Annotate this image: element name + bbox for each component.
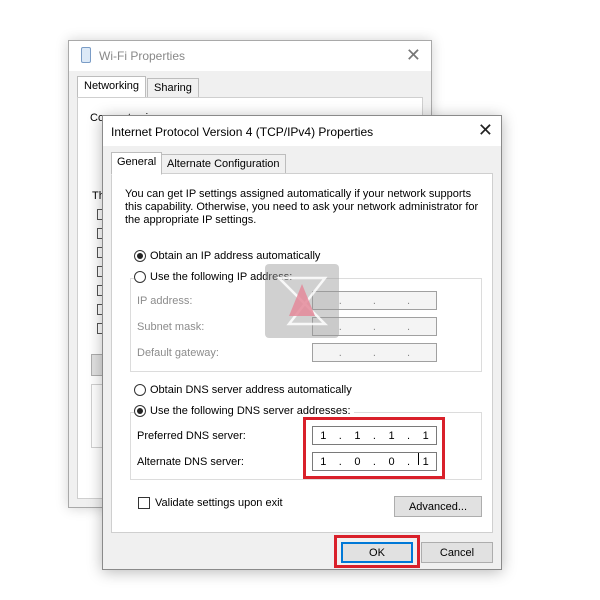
watermark-logo [265,264,339,338]
ip-settings-description: You can get IP settings assigned automat… [125,188,479,226]
dns-manual-radio[interactable] [134,405,146,417]
validate-settings-label: Validate settings upon exit [155,497,283,509]
preferred-dns-label: Preferred DNS server: [137,430,246,442]
tab-alternate-configuration[interactable]: Alternate Configuration [161,154,286,174]
ip-manual-radio[interactable] [134,271,146,283]
text-caret [418,453,419,465]
ip-auto-radio[interactable] [134,250,146,262]
watermark-logo-icon [275,276,329,326]
default-gateway-field[interactable]: ... [312,343,437,362]
validate-settings-checkbox[interactable] [138,497,150,509]
dns-manual-radio-row[interactable]: Use the following DNS server addresses: [134,405,354,417]
alternate-dns-label: Alternate DNS server: [137,456,244,468]
dns-manual-label: Use the following DNS server addresses: [150,405,351,417]
ok-button-highlight [334,535,420,568]
validate-settings-row[interactable]: Validate settings upon exit [138,497,283,509]
close-icon[interactable]: ✕ [478,120,493,141]
ip-auto-label: Obtain an IP address automatically [150,250,321,262]
dns-fields-highlight [303,417,445,479]
network-adapter-icon [81,47,91,63]
ip-address-label: IP address: [137,295,193,307]
dns-auto-radio-row[interactable]: Obtain DNS server address automatically [134,384,352,396]
dns-auto-label: Obtain DNS server address automatically [150,384,352,396]
default-gateway-label: Default gateway: [137,347,219,359]
tab-networking[interactable]: Networking [77,76,147,99]
ip-auto-radio-row[interactable]: Obtain an IP address automatically [134,250,320,262]
advanced-button[interactable]: Advanced... [394,496,482,517]
tab-general[interactable]: General [111,152,163,175]
description-groupbox [91,384,102,448]
tab-sharing[interactable]: Sharing [147,78,199,99]
wifi-properties-titlebar: Wi-Fi Properties ✕ [69,41,431,71]
subnet-mask-label: Subnet mask: [137,321,205,333]
dns-auto-radio[interactable] [134,384,146,396]
dialog-titlebar: Internet Protocol Version 4 (TCP/IPv4) P… [103,116,501,146]
ipv4-properties-dialog: Internet Protocol Version 4 (TCP/IPv4) P… [102,115,502,570]
close-icon[interactable]: ✕ [406,45,421,66]
wifi-properties-title: Wi-Fi Properties [99,49,186,63]
dialog-title: Internet Protocol Version 4 (TCP/IPv4) P… [111,125,374,139]
cancel-button[interactable]: Cancel [421,542,493,563]
general-panel: You can get IP settings assigned automat… [111,173,493,533]
